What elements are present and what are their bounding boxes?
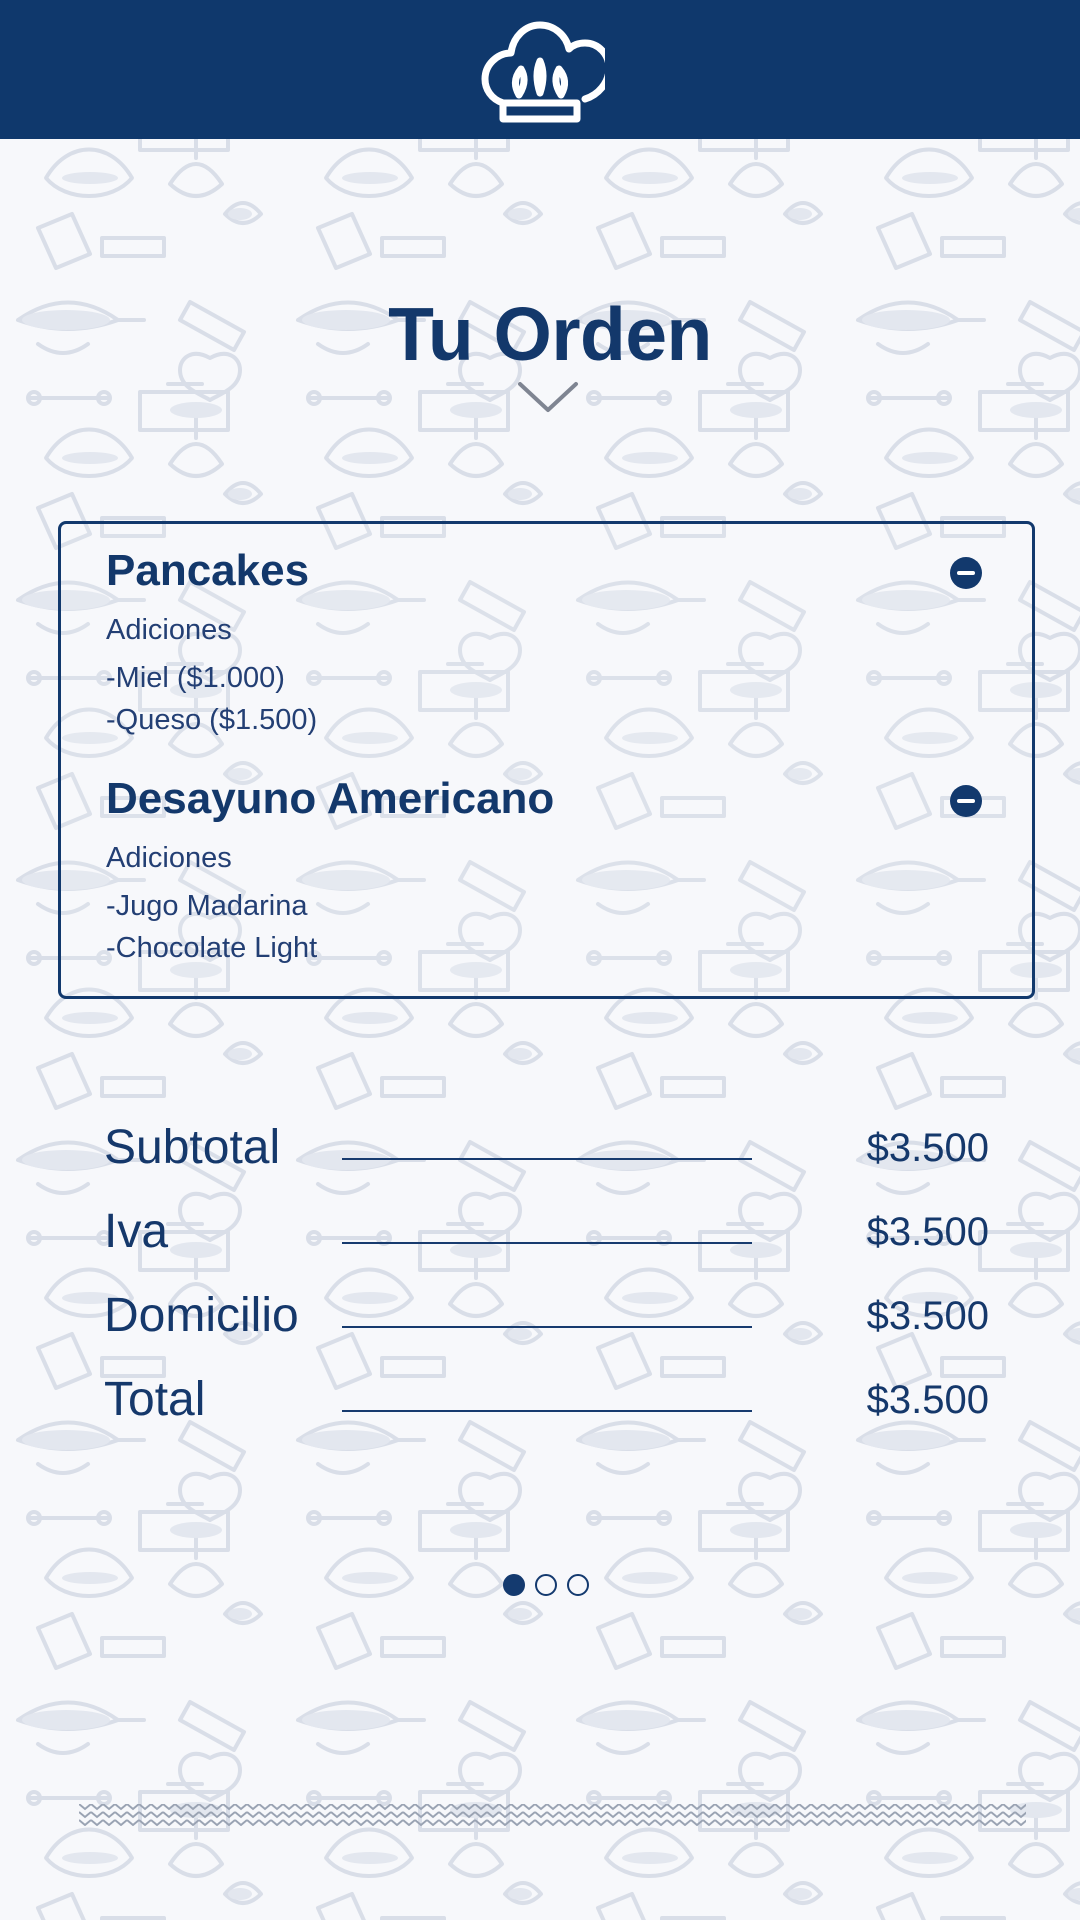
decorative-footer-strip	[79, 1804, 1026, 1826]
pagination-dots	[503, 1574, 589, 1596]
addons-list: -Miel ($1.000) -Queso ($1.500)	[106, 657, 982, 741]
summary-row-total: Total $3.500	[104, 1362, 989, 1446]
addons-title: Adiciones	[106, 842, 232, 874]
summary-divider	[342, 1410, 752, 1412]
page-title: Tu Orden	[388, 292, 712, 376]
summary-divider	[342, 1326, 752, 1328]
addon-item: -Jugo Madarina	[106, 890, 308, 922]
pagination-dot-active[interactable]	[503, 1574, 525, 1596]
summary-label: Domicilio	[104, 1289, 299, 1342]
summary-row-iva: Iva $3.500	[104, 1194, 989, 1278]
addon-item: -Chocolate Light	[106, 932, 318, 964]
order-item-name: Pancakes	[106, 546, 310, 595]
summary-row-domicilio: Domicilio $3.500	[104, 1278, 989, 1362]
summary-label: Subtotal	[104, 1121, 281, 1174]
addon-item: -Miel ($1.000)	[106, 662, 285, 694]
minus-circle-icon[interactable]	[950, 785, 982, 817]
minus-circle-icon[interactable]	[950, 557, 982, 589]
summary-divider	[342, 1242, 752, 1244]
chevron-down-icon	[518, 382, 578, 412]
order-summary: Subtotal $3.500 Iva $3.500 Domicilio $3.…	[104, 1110, 989, 1446]
summary-label: Iva	[104, 1205, 169, 1258]
order-item: Pancakes Adiciones -Miel ($1.000) -Queso…	[106, 545, 982, 741]
summary-value: $3.500	[866, 1294, 989, 1338]
summary-value: $3.500	[866, 1210, 989, 1254]
addons-title: Adiciones	[106, 614, 232, 646]
order-item-name: Desayuno Americano	[106, 774, 555, 823]
summary-value: $3.500	[866, 1126, 989, 1170]
pagination-dot[interactable]	[535, 1574, 557, 1596]
app-header	[0, 0, 1080, 139]
summary-value: $3.500	[866, 1378, 989, 1422]
summary-label: Total	[104, 1373, 206, 1426]
order-items-card: Pancakes Adiciones -Miel ($1.000) -Queso…	[58, 521, 1035, 999]
addons-list: -Jugo Madarina -Chocolate Light	[106, 885, 982, 969]
summary-row-subtotal: Subtotal $3.500	[104, 1110, 989, 1194]
addon-item: -Queso ($1.500)	[106, 704, 318, 736]
summary-divider	[342, 1158, 752, 1160]
pagination-dot[interactable]	[567, 1574, 589, 1596]
order-item: Desayuno Americano Adiciones -Jugo Madar…	[106, 773, 982, 969]
chef-hat-icon	[481, 21, 605, 122]
